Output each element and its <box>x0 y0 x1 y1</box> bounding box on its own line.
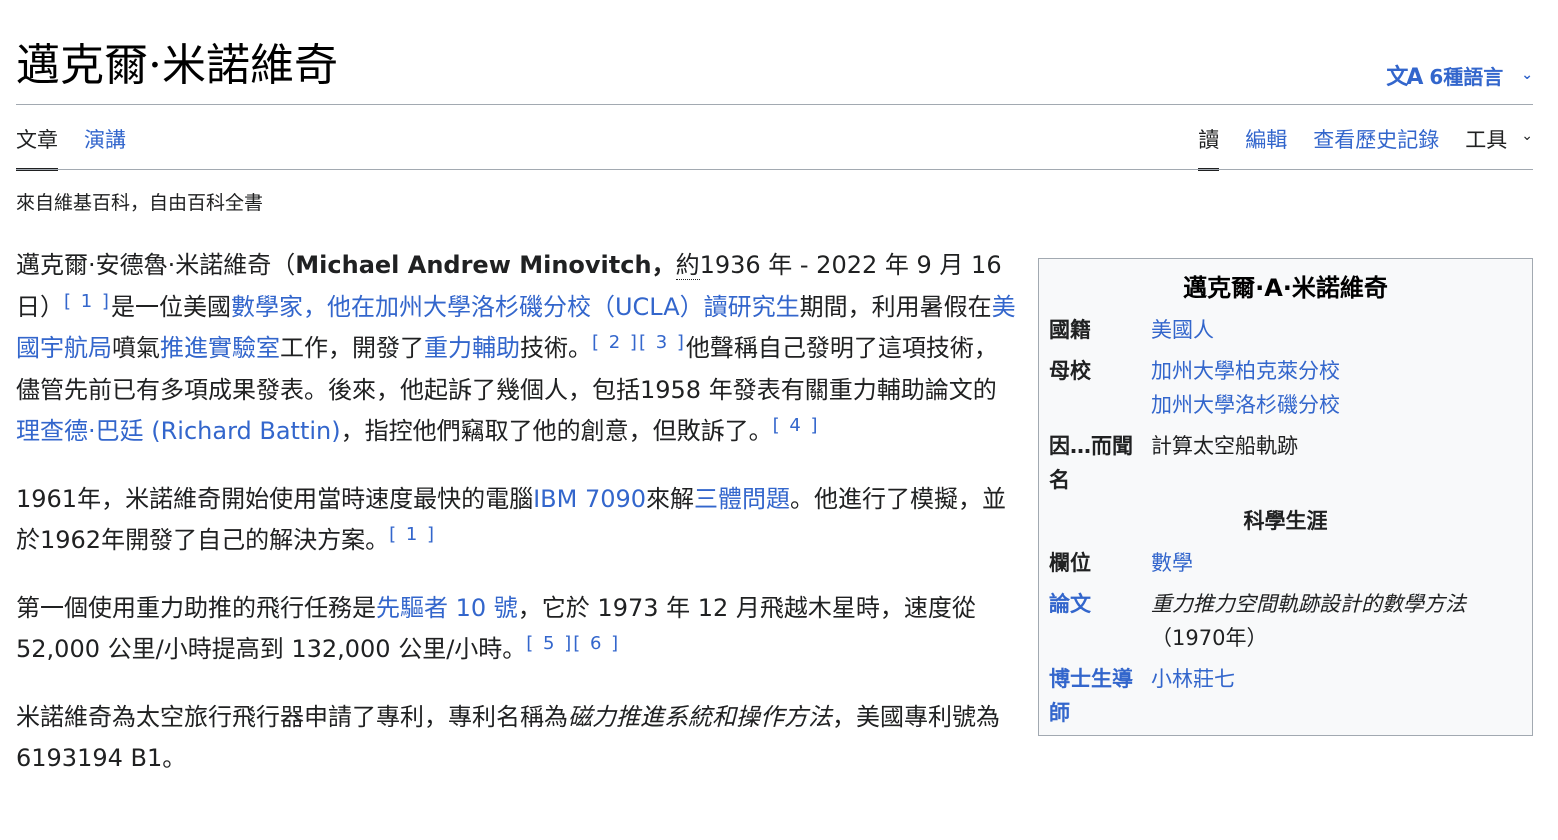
infobox-value: 計算太空船軌跡 <box>1151 434 1298 458</box>
tabs-divider <box>16 169 1533 170</box>
paragraph-2: 1961年，米諾維奇開始使用當時速度最快的電腦IBM 7090來解三體問題。他進… <box>16 479 1020 562</box>
link-american[interactable]: 美國人 <box>1151 318 1214 342</box>
thesis-title: 重力推力空間軌跡設計的數學方法 <box>1151 592 1466 616</box>
infobox-row-advisor: 博士生導師 小林莊七 <box>1049 662 1522 730</box>
link-three-body-problem[interactable]: 三體問題 <box>694 485 790 513</box>
infobox-label: 欄位 <box>1049 551 1091 575</box>
reference-link[interactable]: [ 6 ] <box>573 633 620 654</box>
chevron-down-icon: ⌄ <box>1521 128 1533 144</box>
link-advisor-label[interactable]: 博士生導師 <box>1049 662 1151 730</box>
patent-title: 磁力推進系統和操作方法 <box>568 702 832 731</box>
tab-talk[interactable]: 演講 <box>84 124 126 171</box>
text: 第一個使用重力助推的飛行任務是 <box>16 593 376 622</box>
link-battin[interactable]: 理查德·巴廷 (Richard Battin) <box>16 417 341 445</box>
text: 1961年，米諾維奇開始使用當時速度最快的電腦 <box>16 484 534 513</box>
text: 來解 <box>646 484 695 513</box>
reference-link[interactable]: [ 4 ] <box>773 415 820 436</box>
infobox-label: 因…而聞名 <box>1049 434 1133 492</box>
infobox: 邁克爾·A·米諾維奇 國籍 美國人 母校 加州大學柏克萊分校 加州大學洛杉磯分校… <box>1038 258 1533 736</box>
text: ，指控他們竊取了他的創意，但敗訴了。 <box>340 417 773 445</box>
reference-link[interactable]: [ 5 ] <box>526 633 573 654</box>
text: 期間，利用暑假在 <box>799 292 992 321</box>
link-thesis-label[interactable]: 論文 <box>1049 587 1151 655</box>
page-title: 邁克爾·米諾維奇 <box>16 40 338 91</box>
view-tabs: 讀 編輯 查看歷史記錄 工具 ⌄ <box>1198 124 1533 171</box>
link-uc-berkeley[interactable]: 加州大學柏克萊分校 <box>1151 359 1340 383</box>
infobox-row-nationality: 國籍 美國人 <box>1049 313 1522 347</box>
reference-link[interactable]: [ 3 ] <box>639 332 686 353</box>
paragraph-3: 第一個使用重力助推的飛行任務是先驅者 10 號，它於 1973 年 12 月飛越… <box>16 588 1020 671</box>
paragraph-4: 米諾維奇為太空旅行飛行器申請了專利，專利名稱為磁力推進系統和操作方法，美國專利號… <box>16 697 1020 780</box>
infobox-row-alma-mater: 母校 加州大學柏克萊分校 加州大學洛杉磯分校 <box>1049 354 1522 422</box>
link-pioneer-10[interactable]: 先驅者 10 號 <box>376 594 518 622</box>
link-mathematician[interactable]: 數學家，他在加州大學洛杉磯分校（UCLA）讀研究生 <box>231 293 800 321</box>
paragraph-1: 邁克爾·安德魯·米諾維奇（Michael Andrew Minovitch，約1… <box>16 245 1020 453</box>
thesis-year: （1970年） <box>1151 626 1268 650</box>
language-button[interactable]: 文A 6種語言 ⌄ <box>1386 58 1533 92</box>
reference-link[interactable]: [ 1 ] <box>389 524 436 545</box>
infobox-row-known-for: 因…而聞名 計算太空船軌跡 <box>1049 429 1522 497</box>
text: 是一位美國 <box>110 292 231 321</box>
tab-edit[interactable]: 編輯 <box>1245 124 1287 171</box>
tab-history[interactable]: 查看歷史記錄 <box>1313 124 1439 171</box>
reference-link[interactable]: [ 1 ] <box>64 291 111 312</box>
infobox-row-field: 欄位 數學 <box>1049 546 1522 580</box>
english-name: Michael Andrew Minovitch， <box>295 251 676 279</box>
text: 工作，開發了 <box>280 334 424 362</box>
tab-article[interactable]: 文章 <box>16 124 58 171</box>
link-gravity-assist[interactable]: 重力輔助 <box>424 334 520 362</box>
infobox-label: 國籍 <box>1049 318 1091 342</box>
text: 米諾維奇為太空旅行飛行器申請了專利，專利名稱為 <box>16 702 568 731</box>
tools-menu[interactable]: 工具 ⌄ <box>1465 124 1533 171</box>
namespace-tabs: 文章 演講 <box>16 124 126 171</box>
link-ucla[interactable]: 加州大學洛杉磯分校 <box>1151 393 1340 417</box>
link-ibm-7090[interactable]: IBM 7090 <box>533 485 646 513</box>
tools-label: 工具 <box>1465 128 1508 152</box>
language-label: 6種語言 <box>1429 64 1504 89</box>
text: 邁克爾·安德魯·米諾維奇（ <box>16 251 296 279</box>
reference-link[interactable]: [ 2 ] <box>592 332 639 353</box>
infobox-section-header: 科學生涯 <box>1243 509 1328 533</box>
translate-icon: 文A <box>1386 65 1423 90</box>
infobox-row-thesis: 論文 重力推力空間軌跡設計的數學方法 （1970年） <box>1049 587 1522 655</box>
site-tagline: 來自維基百科，自由百科全書 <box>16 192 264 214</box>
link-advisor[interactable]: 小林莊七 <box>1151 667 1235 691</box>
article-body: 邁克爾·安德魯·米諾維奇（Michael Andrew Minovitch，約 1… <box>16 245 1020 806</box>
infobox-title: 邁克爾·A·米諾維奇 <box>1183 274 1388 302</box>
text: 技術。 <box>520 334 592 362</box>
tab-read[interactable]: 讀 <box>1198 124 1220 171</box>
link-jpl[interactable]: 推進實驗室 <box>160 334 280 362</box>
chevron-down-icon: ⌄ <box>1521 67 1533 83</box>
approx-abbr: 約 <box>675 251 700 280</box>
link-mathematics[interactable]: 數學 <box>1151 551 1193 575</box>
infobox-label: 母校 <box>1049 359 1091 383</box>
text: 噴氣 <box>112 334 160 362</box>
title-divider <box>16 104 1533 105</box>
